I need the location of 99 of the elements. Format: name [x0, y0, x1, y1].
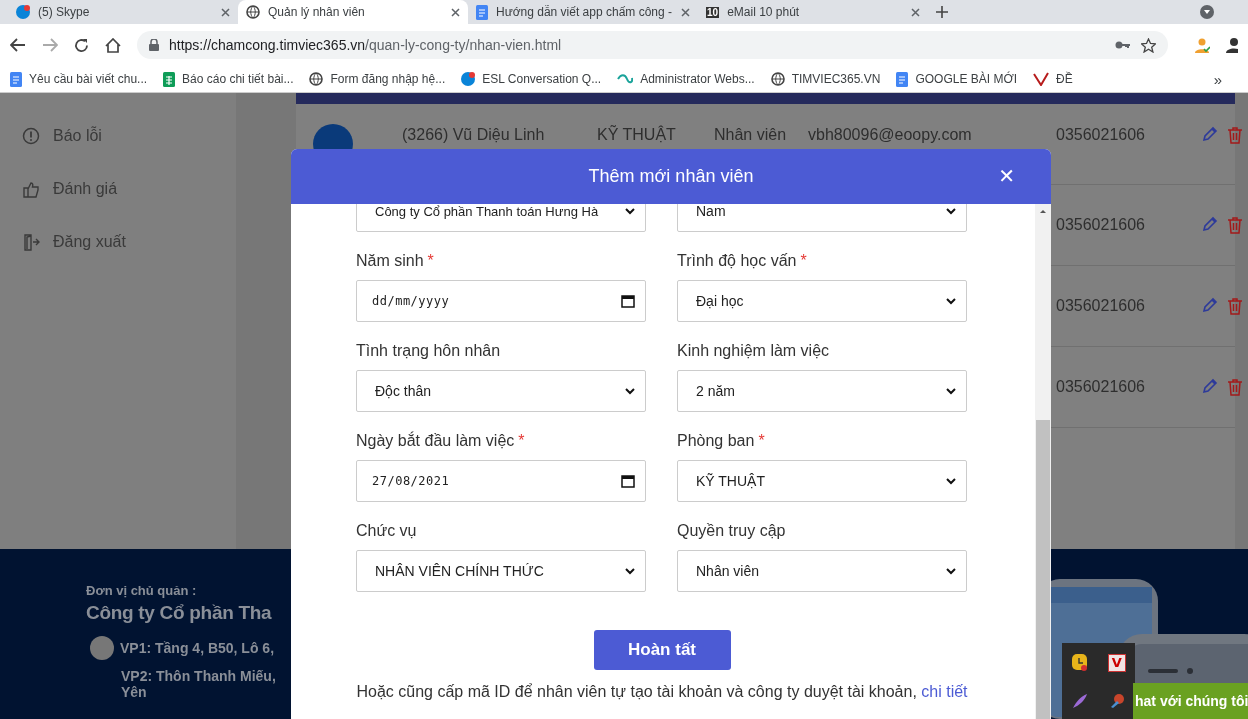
edit-icon[interactable] — [1202, 297, 1218, 313]
chat-bubble-icon — [461, 72, 476, 86]
table-cell-text: (3266) Vũ Diệu Linh — [402, 126, 546, 144]
table-cell-text: KỸ THUẬT — [597, 126, 677, 144]
field-label: Kinh nghiệm làm việc — [677, 342, 831, 361]
close-icon[interactable] — [451, 7, 460, 17]
close-button[interactable]: ✕ — [992, 163, 1021, 189]
modal-title: Thêm mới nhân viên — [588, 166, 754, 187]
close-icon[interactable] — [221, 7, 230, 17]
office-address: VP1: Tầng 4, B50, Lô 6, — [120, 640, 275, 656]
home-icon[interactable] — [105, 37, 121, 53]
bookmark[interactable]: Administrator Webs... — [617, 72, 755, 86]
table-cell-text: 0356021606 — [1056, 126, 1146, 144]
info-text: Hoặc cũng cấp mã ID để nhân viên tự tạo tài khoản và công ty duyệt tài khoản, chi tiết — [356, 683, 968, 701]
check-mark-icon — [1033, 72, 1050, 86]
table-cell-text: 0356021606 — [1056, 297, 1146, 315]
date-field[interactable]: dd/mm/yyyy — [356, 280, 646, 322]
company-name: Công ty Cổ phần Tha — [86, 602, 272, 624]
table-cell-text: vbh80096@eoopy.com — [808, 126, 973, 144]
tab-menu-icon[interactable] — [1200, 5, 1214, 19]
close-icon[interactable] — [681, 7, 690, 17]
document-icon — [476, 4, 488, 20]
field-label: Tình trạng hôn nhân — [356, 342, 502, 361]
edit-icon[interactable] — [1202, 126, 1218, 142]
swirl-icon — [617, 73, 634, 85]
feather-icon[interactable] — [1072, 692, 1089, 709]
address-field[interactable]: https://chamcong.timviec365.vn/quan-ly-cong-ty/nhan-vien.html — [137, 31, 1168, 59]
building-icon — [90, 636, 114, 660]
back-icon[interactable] — [10, 38, 26, 52]
browser-tab[interactable]: Hướng dẫn viết app chấm công - — [468, 0, 698, 24]
browser-tab[interactable]: Quản lý nhân viên — [238, 0, 468, 24]
edit-icon[interactable] — [1202, 378, 1218, 394]
site-icon: 10 — [706, 6, 720, 18]
person-icon[interactable] — [1194, 37, 1210, 53]
chevron-down-icon[interactable] — [946, 297, 956, 305]
edit-icon[interactable] — [1202, 216, 1218, 232]
exit-icon — [22, 233, 40, 251]
key-icon[interactable] — [1115, 40, 1131, 50]
chevron-down-icon[interactable] — [625, 207, 635, 215]
browser-tab[interactable]: (5) Skype — [8, 0, 238, 24]
select-field[interactable]: 2 năm — [677, 370, 967, 412]
globe-icon — [770, 72, 785, 86]
field-label: Trình độ học vấn * — [677, 252, 808, 271]
submit-button[interactable]: Hoàn tất — [593, 630, 731, 670]
chevron-down-icon[interactable] — [625, 567, 635, 575]
select-field[interactable]: Đại học — [677, 280, 967, 322]
field-label: Năm sinh * — [356, 252, 435, 271]
bookmark[interactable]: GOOGLE BÀI MỚI — [896, 71, 1018, 87]
bookmark[interactable]: Form đăng nhập hệ... — [309, 72, 446, 86]
field-label: Phòng ban * — [677, 432, 766, 451]
more-bookmarks-button[interactable]: » — [1213, 70, 1222, 88]
table-cell-text: 0356021606 — [1056, 216, 1146, 234]
reload-icon[interactable] — [74, 37, 89, 53]
chevron-down-icon[interactable] — [625, 387, 635, 395]
select-field[interactable]: Nam — [677, 204, 967, 232]
star-icon[interactable] — [1141, 37, 1156, 53]
office-address: Yên — [120, 684, 147, 700]
chevron-down-icon[interactable] — [946, 207, 956, 215]
select-field[interactable]: Độc thân — [356, 370, 646, 412]
document-icon — [896, 71, 909, 87]
select-field[interactable]: Nhân viên — [677, 550, 967, 592]
bookmark[interactable]: ESL Conversation Q... — [461, 72, 602, 86]
browser-tab[interactable]: 10 eMail 10 phút — [698, 0, 928, 24]
profile-icon[interactable] — [1226, 37, 1238, 53]
bookmark[interactable]: TIMVIEC365.VN — [770, 72, 881, 86]
document-icon — [10, 71, 22, 87]
select-field[interactable]: KỸ THUẬT — [677, 460, 967, 502]
new-tab-icon[interactable] — [936, 6, 948, 18]
chevron-down-icon[interactable] — [946, 387, 956, 395]
date-field[interactable]: 27/08/2021 — [356, 460, 646, 502]
select-field[interactable]: Công ty Cổ phần Thanh toán Hưng Hà — [356, 204, 646, 232]
lock-icon — [149, 39, 159, 51]
chat-bubble-icon — [16, 5, 30, 19]
select-field[interactable]: NHÂN VIÊN CHÍNH THỨC — [356, 550, 646, 592]
chevron-down-icon[interactable] — [946, 567, 956, 575]
calendar-icon[interactable] — [621, 474, 635, 488]
thumbs-up-icon — [22, 180, 40, 198]
owner-label: Đơn vị chủ quản : — [86, 583, 198, 598]
bookmark[interactable]: ĐỀ — [1033, 72, 1073, 86]
calendar-icon[interactable] — [621, 294, 635, 308]
close-icon[interactable] — [911, 7, 920, 17]
alert-icon — [22, 127, 40, 145]
chevron-down-icon[interactable] — [946, 477, 956, 485]
globe-icon — [309, 72, 324, 86]
bookmark[interactable]: Báo cáo chi tiết bài... — [163, 71, 294, 87]
table-cell-text: Nhân viên — [714, 126, 788, 144]
office-address: VP2: Thôn Thanh Miếu, — [120, 668, 276, 684]
globe-icon — [246, 5, 260, 19]
field-label: Quyền truy cập — [677, 522, 787, 541]
app-icon[interactable]: V — [1107, 653, 1126, 672]
field-label: Chức vụ — [356, 522, 418, 541]
clock-icon[interactable] — [1072, 653, 1089, 672]
spreadsheet-icon — [163, 71, 176, 87]
details-link[interactable]: chi tiết — [921, 683, 968, 700]
field-label: Ngày bắt đầu làm việc * — [356, 432, 526, 451]
url-text: https://chamcong.timviec365.vn/quan-ly-cong-ty/nhan-vien.html — [169, 37, 562, 53]
scrollbar[interactable] — [1035, 204, 1051, 719]
bookmark[interactable]: Yêu cầu bài viết chu... — [10, 71, 148, 87]
table-cell-text: 0356021606 — [1056, 378, 1146, 396]
